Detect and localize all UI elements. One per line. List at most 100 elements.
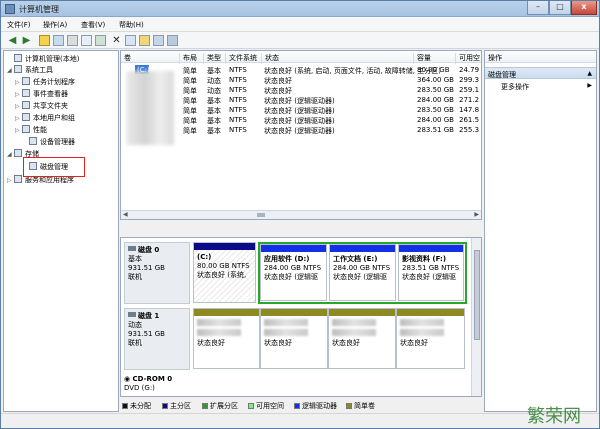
volume-list: 卷 布局 类型 文件系统 状态 容量 可用空 ▭ (C:) 简单 基本 NTFS… (120, 50, 482, 220)
disk-icon (128, 312, 136, 317)
dynamic-volume-2[interactable]: 状态良好 (260, 308, 328, 369)
computer-management-app-icon (5, 4, 15, 14)
expand-icon[interactable]: ▷ (15, 115, 21, 122)
table-row[interactable]: ▭ (C:) 简单 基本 NTFS 状态良好 (系统, 启动, 页面文件, 活动… (121, 65, 481, 75)
cdrom-info[interactable]: ◉ CD-ROM 0 DVD (G:) (124, 375, 172, 393)
cdrom-icon: ◉ (124, 375, 133, 383)
tree-node-local-users[interactable]: ▷ 本地用户和组 (15, 113, 75, 123)
disk-map: 磁盘 0 基本 931.51 GB 联机 (C:) 80.00 GB NTFS … (120, 237, 482, 397)
tree-node-shared-folders[interactable]: ▷ 共享文件夹 (15, 101, 68, 111)
table-row[interactable]: 简单 基本 NTFS 状态良好 (逻辑驱动器) 284.00 GB 261.5 (121, 115, 481, 125)
tree-node-performance[interactable]: ▷ 性能 (15, 125, 47, 135)
table-row[interactable]: 简单 基本 NTFS 状态良好 (逻辑驱动器) 284.00 GB 271.2 (121, 95, 481, 105)
partition-c[interactable]: (C:) 80.00 GB NTFS 状态良好 (系统, (193, 242, 256, 303)
scroll-thumb[interactable] (257, 213, 265, 217)
legend-logical-drive: 逻辑驱动器 (294, 401, 337, 411)
blurred-volume-names (126, 71, 174, 145)
expand-icon[interactable]: ▷ (7, 177, 13, 184)
device-manager-icon (29, 137, 37, 145)
dynamic-volume-3[interactable]: 状态良好 (328, 308, 396, 369)
table-row[interactable]: 简单 动态 NTFS 状态良好 364.00 GB 299.3 (121, 75, 481, 85)
storage-icon (14, 149, 22, 157)
disk-1-size: 931.51 GB (128, 330, 165, 338)
extended-partition-border (258, 242, 467, 304)
tree-node-system-tools[interactable]: ◢ 系统工具 (7, 65, 53, 75)
blurred-label (332, 329, 376, 336)
col-volume[interactable]: 卷 (121, 53, 131, 64)
services-icon (14, 175, 22, 183)
col-filesystem[interactable]: 文件系统 (225, 53, 257, 64)
tree-node-event-viewer[interactable]: ▷ 事件查看器 (15, 89, 68, 99)
close-icon: x (581, 2, 587, 11)
close-button[interactable]: x (571, 1, 597, 15)
show-hide-tree-icon[interactable] (53, 35, 64, 46)
actions-section-disk-management[interactable]: 磁盘管理 ▲ (485, 67, 596, 79)
blurred-label (400, 319, 444, 326)
forward-arrow-icon[interactable]: ▶ (21, 35, 32, 46)
legend: 未分配 主分区 扩展分区 可用空间 逻辑驱动器 简单卷 (120, 399, 482, 411)
blurred-label (264, 319, 308, 326)
expand-icon[interactable]: ▷ (15, 103, 21, 110)
clock-icon (22, 77, 30, 85)
connect-icon[interactable] (125, 35, 136, 46)
scroll-thumb[interactable] (474, 250, 480, 340)
disk-icon (128, 246, 136, 251)
properties-icon[interactable] (67, 35, 78, 46)
collapse-icon[interactable]: ◢ (7, 151, 13, 158)
more-actions-link[interactable]: 更多操作 (501, 82, 529, 92)
menu-view[interactable]: 查看(V) (81, 20, 105, 30)
tree-node-task-scheduler[interactable]: ▷ 任务计划程序 (15, 77, 75, 87)
legend-simple-volume: 简单卷 (346, 401, 375, 411)
shared-folder-icon (22, 101, 30, 109)
settings-icon[interactable] (167, 35, 178, 46)
back-arrow-icon[interactable]: ◀ (7, 35, 18, 46)
disk-management-highlight-box (23, 157, 85, 177)
col-layout[interactable]: 布局 (179, 53, 197, 64)
chevron-right-icon[interactable]: ▶ (587, 82, 592, 89)
collapse-up-icon[interactable]: ▲ (587, 70, 592, 77)
minimize-button[interactable]: – (527, 1, 549, 15)
tree-node-root[interactable]: 计算机管理(本地) (7, 54, 79, 64)
table-row[interactable]: 简单 动态 NTFS 状态良好 283.50 GB 259.1 (121, 85, 481, 95)
horizontal-scrollbar[interactable]: ◀ ▶ (121, 210, 481, 219)
table-row[interactable]: 简单 基本 NTFS 状态良好 (逻辑驱动器) 283.50 GB 147.8 (121, 105, 481, 115)
menu-help[interactable]: 帮助(H) (119, 20, 144, 30)
col-type[interactable]: 类型 (203, 53, 221, 64)
collapse-icon[interactable]: ◢ (7, 67, 13, 74)
open-folder-icon[interactable] (139, 35, 150, 46)
search-icon[interactable] (153, 35, 164, 46)
expand-icon[interactable]: ▷ (15, 79, 21, 86)
disk-1-state: 联机 (128, 339, 142, 347)
scroll-right-icon[interactable]: ▶ (474, 211, 479, 218)
expand-icon[interactable]: ▷ (15, 91, 21, 98)
up-folder-icon[interactable] (39, 35, 50, 46)
legend-free-space: 可用空间 (248, 401, 284, 411)
expand-icon[interactable]: ▷ (15, 127, 21, 134)
col-capacity[interactable]: 容量 (413, 53, 431, 64)
delete-icon[interactable]: ✕ (111, 35, 122, 46)
maximize-button[interactable]: □ (549, 1, 571, 15)
minimize-icon: – (536, 2, 540, 11)
disk-0-info[interactable]: 磁盘 0 基本 931.51 GB 联机 (124, 242, 190, 304)
blurred-label (332, 319, 376, 326)
scroll-left-icon[interactable]: ◀ (123, 211, 128, 218)
vertical-scrollbar[interactable] (471, 238, 481, 396)
refresh-icon[interactable] (95, 35, 106, 46)
actions-header: 操作 (485, 51, 596, 63)
help-icon[interactable] (81, 35, 92, 46)
table-row[interactable]: 简单 基本 NTFS 状态良好 (逻辑驱动器) 283.51 GB 255.3 (121, 125, 481, 135)
disk-1-info[interactable]: 磁盘 1 动态 931.51 GB 联机 (124, 308, 190, 370)
menu-file[interactable]: 文件(F) (7, 20, 31, 30)
performance-icon (22, 125, 30, 133)
blurred-label (264, 329, 308, 336)
blurred-label (197, 319, 241, 326)
dynamic-volume-4[interactable]: 状态良好 (396, 308, 465, 369)
disk-0-state: 联机 (128, 273, 142, 281)
col-status[interactable]: 状态 (261, 53, 279, 64)
tree-node-device-manager[interactable]: 设备管理器 (22, 137, 75, 147)
event-viewer-icon (22, 89, 30, 97)
window-title: 计算机管理 (19, 5, 59, 14)
col-free[interactable]: 可用空 (455, 53, 480, 64)
dynamic-volume-1[interactable]: 状态良好 (193, 308, 260, 369)
menu-action[interactable]: 操作(A) (43, 20, 67, 30)
